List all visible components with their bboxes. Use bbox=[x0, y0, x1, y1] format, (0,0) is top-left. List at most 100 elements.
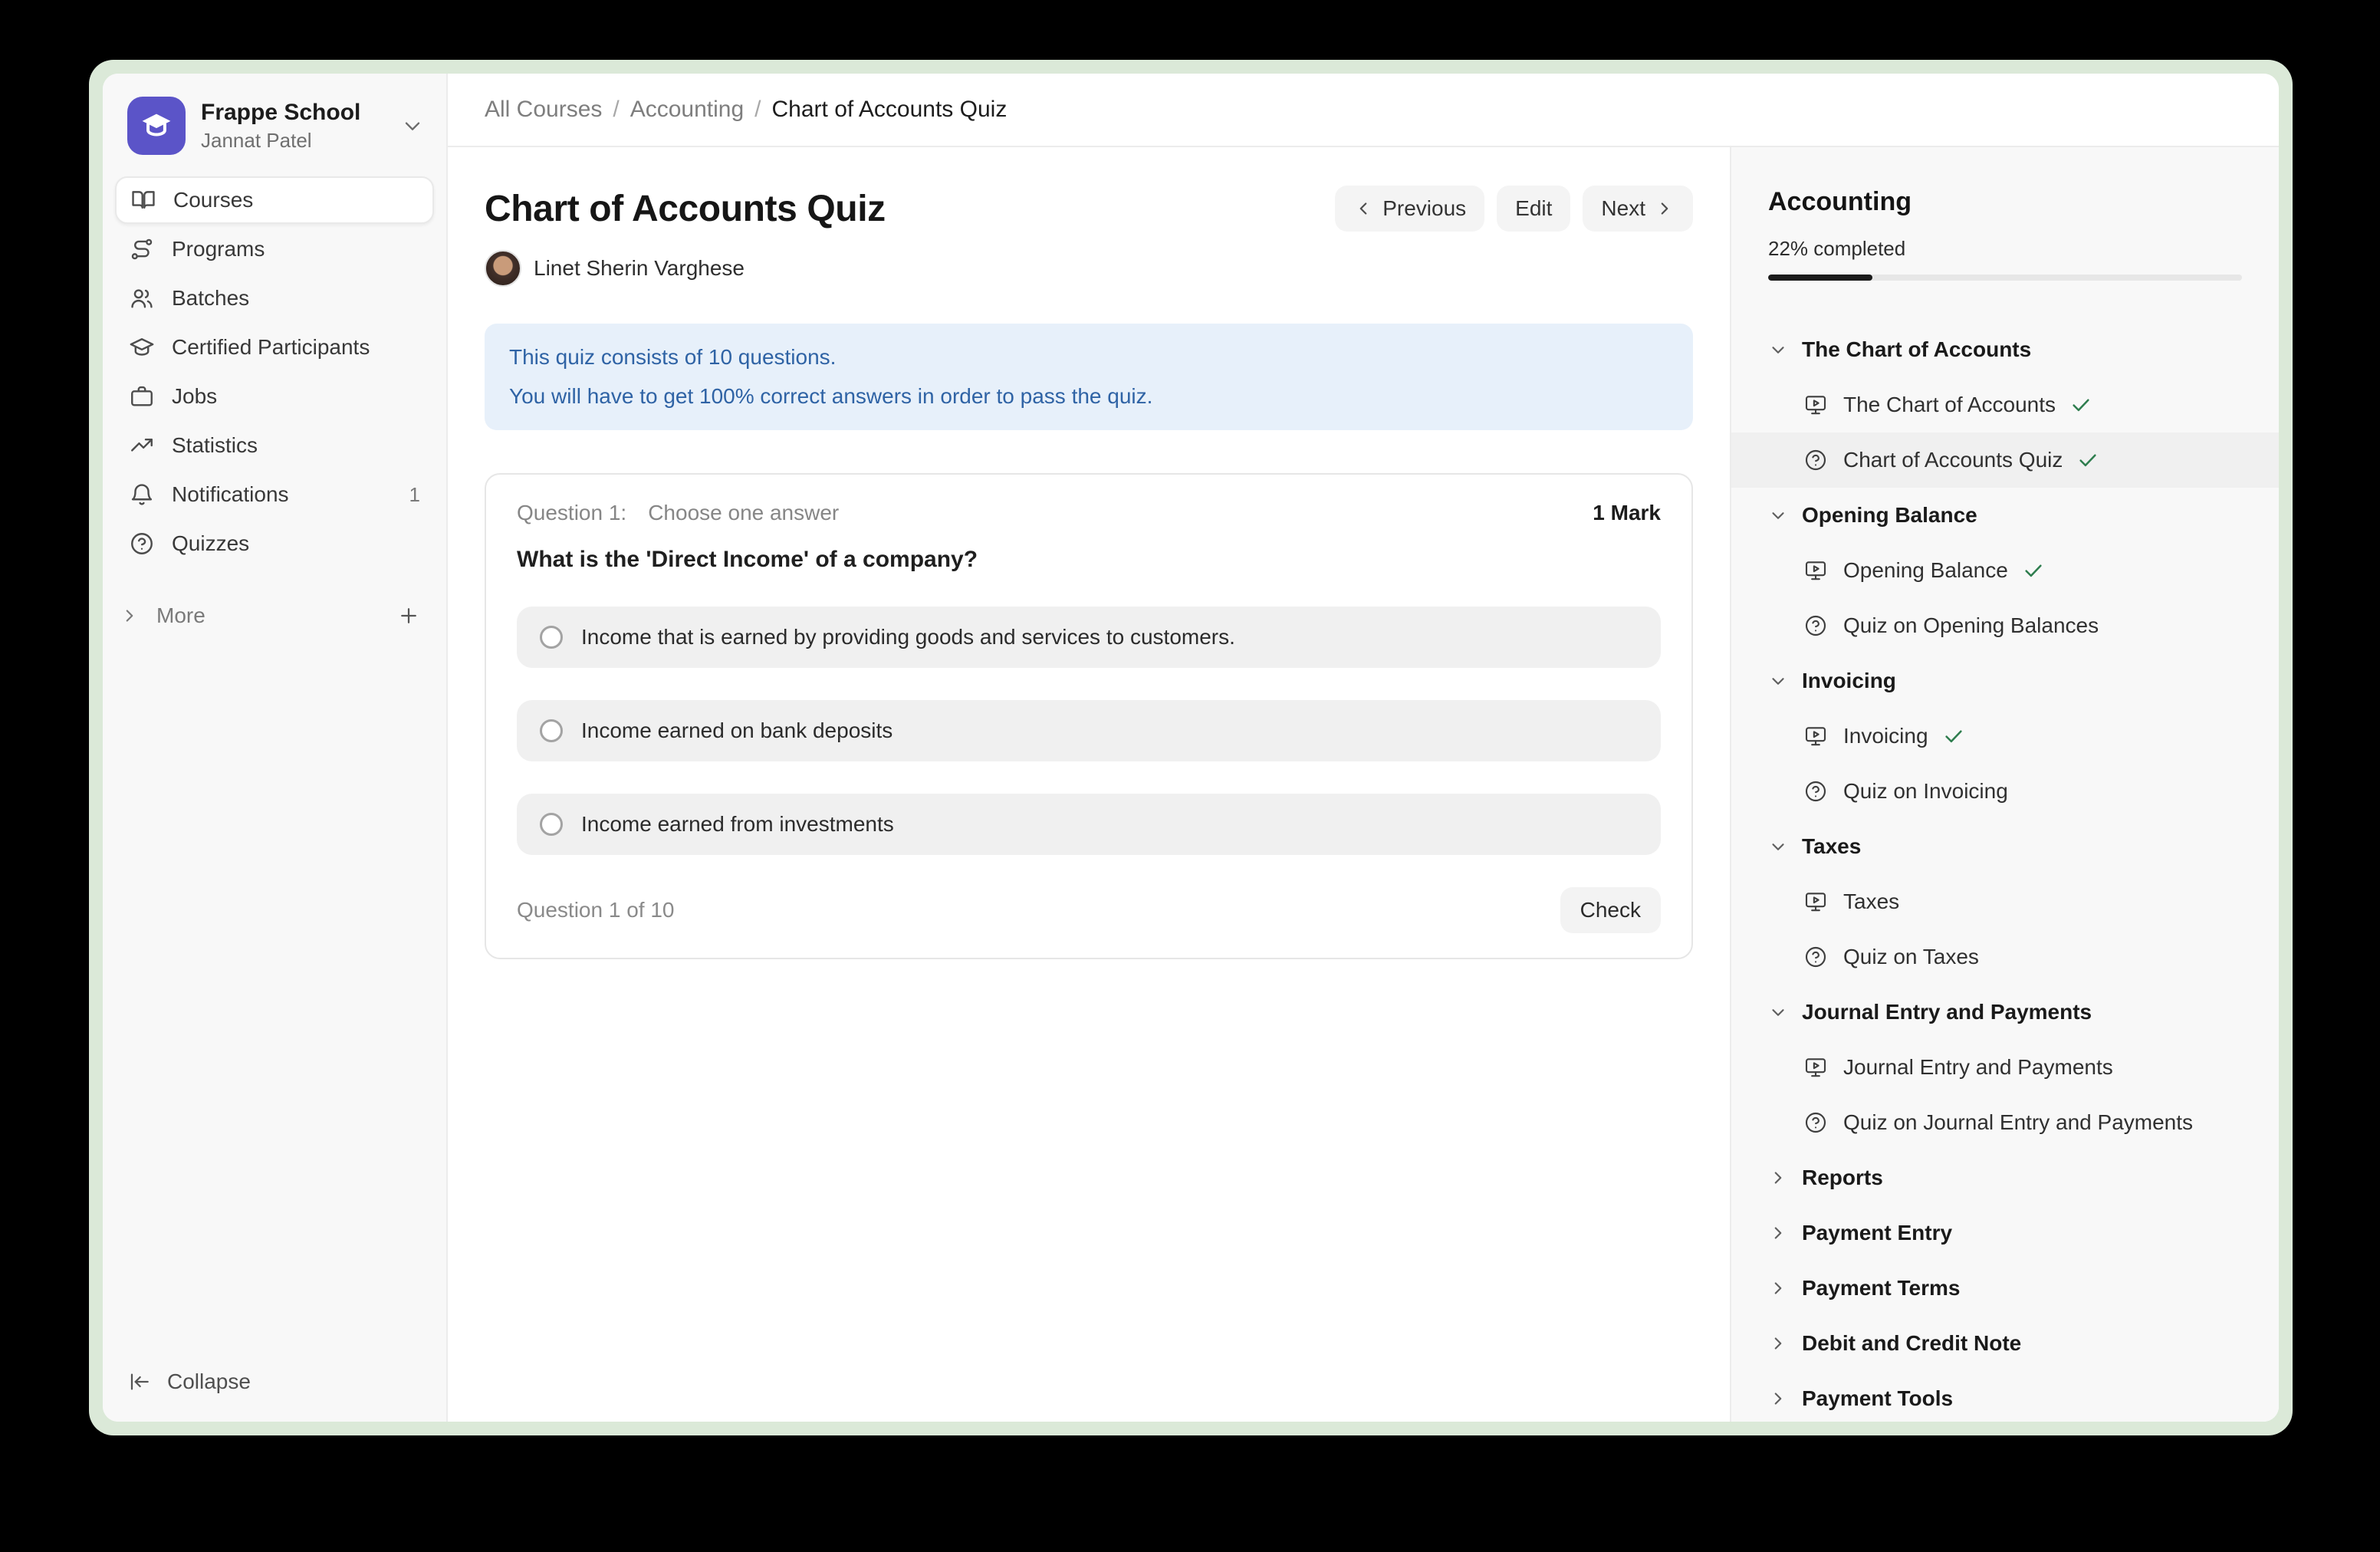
chapter-title: Payment Entry bbox=[1802, 1221, 1952, 1245]
more-label: More bbox=[156, 603, 205, 628]
option-radio[interactable] bbox=[540, 813, 563, 836]
answer-option[interactable]: Income that is earned by providing goods… bbox=[517, 607, 1661, 668]
breadcrumb-separator: / bbox=[754, 97, 761, 123]
chapter-title: Debit and Credit Note bbox=[1802, 1331, 2021, 1356]
outline-chapter-payment-tools[interactable]: Payment Tools bbox=[1731, 1371, 2279, 1422]
course-progress-label: 22% completed bbox=[1768, 237, 2242, 261]
workspace-selector[interactable]: Frappe School Jannat Patel bbox=[103, 74, 446, 173]
video-lesson-icon bbox=[1803, 1055, 1828, 1080]
outline-lesson-quiz-on-opening-balances[interactable]: Quiz on Opening Balances bbox=[1731, 598, 2279, 653]
course-title: Accounting bbox=[1768, 187, 2242, 217]
chevron-right-icon bbox=[1768, 1389, 1788, 1409]
chevron-right-icon bbox=[1768, 1223, 1788, 1243]
completed-check-icon bbox=[2022, 559, 2045, 582]
chapter-title: The Chart of Accounts bbox=[1802, 337, 2031, 362]
sidebar-item-statistics[interactable]: Statistics bbox=[115, 422, 434, 469]
lesson-title: Quiz on Journal Entry and Payments bbox=[1843, 1110, 2193, 1135]
outline-lesson-taxes[interactable]: Taxes bbox=[1731, 874, 2279, 929]
collapse-sidebar-button[interactable]: Collapse bbox=[103, 1348, 446, 1422]
lesson-title: Quiz on Taxes bbox=[1843, 945, 1979, 969]
breadcrumb-accounting[interactable]: Accounting bbox=[630, 97, 744, 123]
question-text: What is the 'Direct Income' of a company… bbox=[517, 547, 1661, 573]
outline-lesson-chart-of-accounts-quiz[interactable]: Chart of Accounts Quiz bbox=[1731, 432, 2279, 488]
outline-chapter-payment-entry[interactable]: Payment Entry bbox=[1731, 1205, 2279, 1261]
sidebar-item-label: Courses bbox=[173, 188, 253, 212]
breadcrumb: All Courses / Accounting / Chart of Acco… bbox=[448, 74, 2279, 147]
chapter-title: Payment Terms bbox=[1802, 1276, 1960, 1300]
outline-lesson-journal-entry-and-payments[interactable]: Journal Entry and Payments bbox=[1731, 1040, 2279, 1095]
route-icon bbox=[129, 236, 155, 262]
bell-icon bbox=[129, 482, 155, 508]
outline-chapter-debit-and-credit-note[interactable]: Debit and Credit Note bbox=[1731, 1316, 2279, 1371]
sidebar-item-certified-participants[interactable]: Certified Participants bbox=[115, 324, 434, 371]
plus-icon[interactable] bbox=[397, 604, 420, 627]
sidebar-item-programs[interactable]: Programs bbox=[115, 225, 434, 273]
outline-lesson-opening-balance[interactable]: Opening Balance bbox=[1731, 543, 2279, 598]
video-lesson-icon bbox=[1803, 889, 1828, 914]
app-window: Frappe School Jannat Patel Courses Progra… bbox=[89, 60, 2293, 1435]
quiz-instruction-line: This quiz consists of 10 questions. bbox=[509, 342, 1668, 373]
answer-option[interactable]: Income earned from investments bbox=[517, 794, 1661, 855]
sidebar-item-label: Notifications bbox=[172, 482, 289, 507]
outline-chapter-opening-balance[interactable]: Opening Balance bbox=[1731, 488, 2279, 543]
outline-chapter-reports[interactable]: Reports bbox=[1731, 1150, 2279, 1205]
sidebar-item-notifications[interactable]: Notifications 1 bbox=[115, 471, 434, 518]
outline-lesson-quiz-on-taxes[interactable]: Quiz on Taxes bbox=[1731, 929, 2279, 985]
chevron-down-icon bbox=[1768, 1002, 1788, 1022]
question-marks: 1 Mark bbox=[1593, 501, 1661, 525]
breadcrumb-all-courses[interactable]: All Courses bbox=[485, 97, 602, 123]
chevron-right-icon bbox=[1768, 1168, 1788, 1188]
notification-count-badge: 1 bbox=[409, 483, 420, 507]
sidebar-item-batches[interactable]: Batches bbox=[115, 275, 434, 322]
briefcase-icon bbox=[129, 383, 155, 409]
outline-chapter-journal-entry-and-payments[interactable]: Journal Entry and Payments bbox=[1731, 985, 2279, 1040]
lesson-title: Quiz on Invoicing bbox=[1843, 779, 2008, 804]
answer-options: Income that is earned by providing goods… bbox=[517, 607, 1661, 855]
question-progress: Question 1 of 10 bbox=[517, 898, 674, 922]
chevron-down-icon[interactable] bbox=[400, 113, 425, 138]
sidebar-item-label: Programs bbox=[172, 237, 265, 261]
breadcrumb-current: Chart of Accounts Quiz bbox=[772, 97, 1008, 123]
outline-chapter-invoicing[interactable]: Invoicing bbox=[1731, 653, 2279, 709]
outline-lesson-quiz-on-journal-entry-and-payments[interactable]: Quiz on Journal Entry and Payments bbox=[1731, 1095, 2279, 1150]
check-answer-button[interactable]: Check bbox=[1560, 887, 1661, 933]
outline-chapter-payment-terms[interactable]: Payment Terms bbox=[1731, 1261, 2279, 1316]
outline-chapter-the-chart-of-accounts[interactable]: The Chart of Accounts bbox=[1731, 322, 2279, 377]
quiz-icon bbox=[1803, 945, 1828, 969]
chevron-right-icon bbox=[1768, 1333, 1788, 1353]
workspace-title: Frappe School bbox=[201, 98, 385, 127]
option-label: Income earned from investments bbox=[581, 812, 894, 837]
sidebar-item-more[interactable]: More bbox=[103, 592, 446, 640]
chevron-down-icon bbox=[1768, 671, 1788, 691]
edit-button[interactable]: Edit bbox=[1497, 186, 1570, 232]
sidebar-item-jobs[interactable]: Jobs bbox=[115, 373, 434, 420]
author-row: Linet Sherin Varghese bbox=[485, 250, 1693, 287]
quiz-icon bbox=[1803, 613, 1828, 638]
option-radio[interactable] bbox=[540, 719, 563, 742]
screen: Frappe School Jannat Patel Courses Progra… bbox=[0, 0, 2380, 1552]
author-avatar bbox=[485, 250, 521, 287]
quiz-icon bbox=[1803, 448, 1828, 472]
page-title: Chart of Accounts Quiz bbox=[485, 188, 886, 230]
answer-option[interactable]: Income earned on bank deposits bbox=[517, 700, 1661, 761]
graduation-cap-icon bbox=[129, 334, 155, 360]
lesson-content: Chart of Accounts Quiz Previous Edit bbox=[448, 147, 1730, 1422]
previous-button[interactable]: Previous bbox=[1335, 186, 1484, 232]
chapter-title: Journal Entry and Payments bbox=[1802, 1000, 2092, 1024]
question-number: Question 1: bbox=[517, 501, 626, 525]
chapter-title: Reports bbox=[1802, 1166, 1883, 1190]
completed-check-icon bbox=[1942, 725, 1965, 748]
outline-lesson-quiz-on-invoicing[interactable]: Quiz on Invoicing bbox=[1731, 764, 2279, 819]
sidebar-item-courses[interactable]: Courses bbox=[115, 176, 434, 224]
sidebar-item-quizzes[interactable]: Quizzes bbox=[115, 520, 434, 567]
option-radio[interactable] bbox=[540, 626, 563, 649]
lesson-title: Invoicing bbox=[1843, 724, 1928, 748]
next-button[interactable]: Next bbox=[1583, 186, 1693, 232]
outline-lesson-invoicing[interactable]: Invoicing bbox=[1731, 709, 2279, 764]
sidebar-item-label: Jobs bbox=[172, 384, 217, 409]
sidebar-menu: Courses Programs BatchesCertified Particip… bbox=[103, 173, 446, 569]
outline-lesson-the-chart-of-accounts[interactable]: The Chart of Accounts bbox=[1731, 377, 2279, 432]
outline-chapter-taxes[interactable]: Taxes bbox=[1731, 819, 2279, 874]
frappe-school-app: Frappe School Jannat Patel Courses Progra… bbox=[103, 74, 2279, 1422]
chapter-title: Invoicing bbox=[1802, 669, 1896, 693]
